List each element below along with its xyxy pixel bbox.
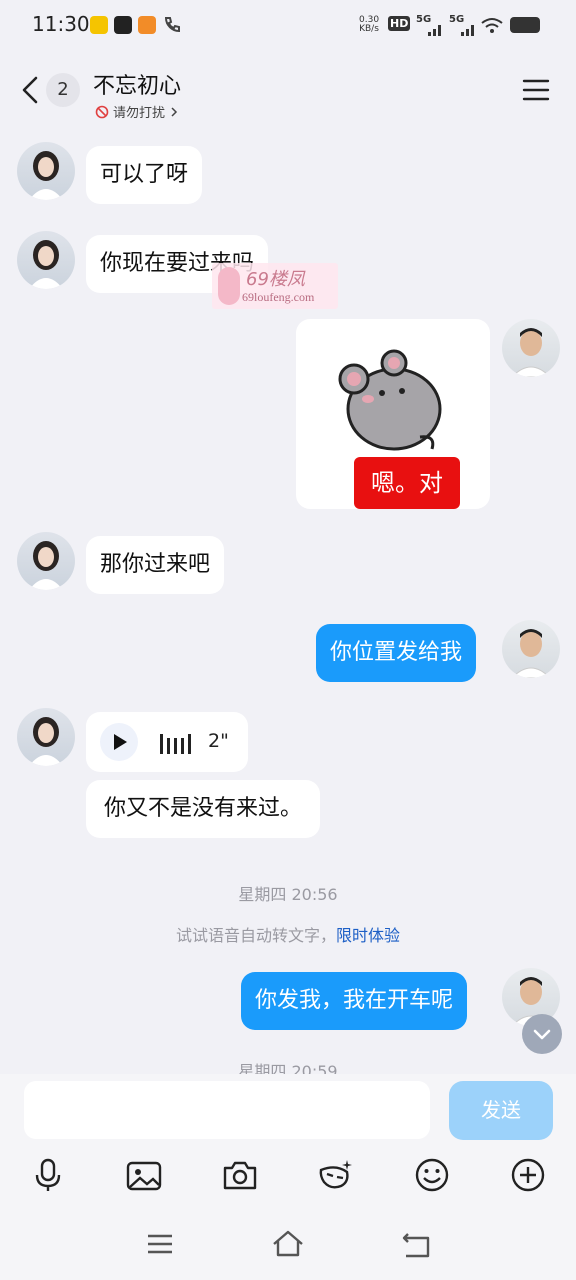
add-icon[interactable] <box>509 1156 547 1194</box>
chevron-right-icon <box>171 106 178 117</box>
app-notification-icon <box>114 16 132 34</box>
timestamp: 星期四 20:56 <box>238 885 338 904</box>
contact-avatar[interactable] <box>17 708 75 766</box>
camera-icon[interactable] <box>221 1156 259 1194</box>
message-bubble[interactable]: 可以了呀 <box>86 146 203 204</box>
contact-avatar[interactable] <box>17 532 75 590</box>
message-bubble-outgoing[interactable]: 你发我，我在开车呢 <box>241 972 468 1030</box>
status-time: 11:30 <box>32 12 90 36</box>
no-disturb-icon <box>95 105 109 118</box>
app-notification-icon <box>90 16 108 34</box>
recent-apps-icon[interactable] <box>142 1226 178 1262</box>
battery-icon <box>510 17 540 33</box>
hd-badge: HD <box>388 16 411 31</box>
wifi-icon <box>481 18 503 33</box>
watermark-figure <box>218 267 240 305</box>
app-notification-icon <box>138 16 156 34</box>
message-bubble[interactable]: 那你过来吧 <box>86 536 225 594</box>
sticker-caption: 嗯。对 <box>354 457 460 509</box>
watermark-line1: 69楼凤 <box>246 269 305 290</box>
message-bubble-outgoing[interactable]: 你位置发给我 <box>316 624 477 682</box>
play-button[interactable] <box>100 723 138 761</box>
emoji-icon[interactable] <box>413 1156 451 1194</box>
watermark: 69楼凤 69loufeng.com <box>212 263 338 309</box>
status-bar: 11:30 0.30 KB/s HD 5G 5G <box>0 0 576 52</box>
microphone-icon[interactable] <box>29 1156 67 1194</box>
hamster-sticker-image <box>338 349 442 451</box>
image-icon[interactable] <box>125 1156 163 1194</box>
nav-back-icon[interactable] <box>398 1226 434 1262</box>
back-icon[interactable] <box>14 70 48 110</box>
chat-header: 2 不忘初心 请勿打扰 <box>0 52 576 136</box>
waveform-icon <box>160 734 191 754</box>
chevron-down-icon <box>533 1029 551 1040</box>
hint-text: 试试语音自动转文字， <box>175 926 336 945</box>
play-icon <box>114 734 127 750</box>
message-bubble[interactable]: 你又不是没有来过。 <box>86 780 321 838</box>
contact-avatar[interactable] <box>17 142 75 200</box>
net-speed-unit: KB/s <box>359 24 379 34</box>
scroll-to-bottom-button[interactable] <box>522 1014 562 1054</box>
message-input[interactable] <box>24 1081 430 1139</box>
voice-message[interactable]: 2" <box>86 712 248 772</box>
chat-title[interactable]: 不忘初心 <box>93 68 181 100</box>
my-avatar[interactable] <box>502 319 560 377</box>
status-label: 请勿打扰 <box>113 106 166 121</box>
do-not-disturb-status[interactable]: 请勿打扰 <box>95 102 179 121</box>
send-button[interactable]: 发送 <box>449 1081 553 1140</box>
mask-sticker-icon[interactable] <box>317 1156 355 1194</box>
phone-missed-icon <box>164 17 180 33</box>
contact-avatar[interactable] <box>17 231 75 289</box>
sticker-message[interactable]: 嗯。对 <box>296 319 490 509</box>
unread-badge[interactable]: 2 <box>46 73 80 107</box>
watermark-line2: 69loufeng.com <box>242 290 315 304</box>
timestamp: 星期四 20:59 <box>238 1062 338 1074</box>
hint-link[interactable]: 限时体验 <box>336 926 400 945</box>
speech-to-text-hint: 试试语音自动转文字，限时体验 <box>0 922 576 946</box>
menu-icon[interactable] <box>520 76 552 104</box>
signal-icon <box>461 25 474 36</box>
signal-icon <box>428 25 441 36</box>
home-icon[interactable] <box>270 1226 306 1262</box>
voice-duration: 2" <box>208 730 229 752</box>
my-avatar[interactable] <box>502 620 560 678</box>
